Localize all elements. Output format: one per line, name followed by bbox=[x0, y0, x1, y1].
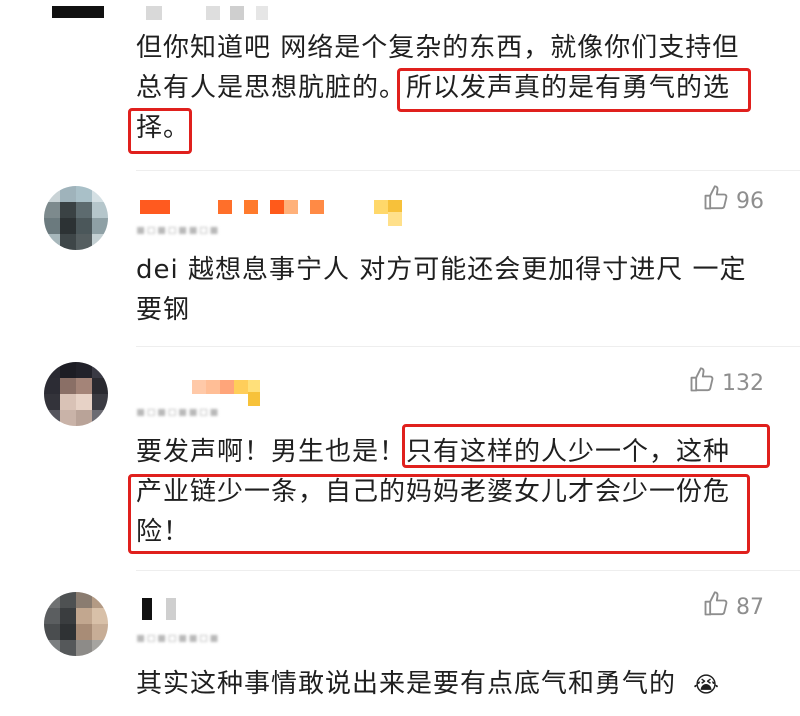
avatar[interactable] bbox=[44, 592, 108, 656]
avatar[interactable] bbox=[44, 186, 108, 250]
comment-2-line-1: dei 越想息事宁人 对方可能还会更加得寸进尺 一定 bbox=[136, 255, 747, 285]
divider bbox=[136, 570, 800, 571]
timestamp: ▪▫▪▫▪▪▫▪ bbox=[136, 630, 220, 646]
highlight-box bbox=[397, 68, 751, 112]
divider bbox=[136, 170, 800, 171]
thumbs-up-icon bbox=[702, 184, 730, 218]
like-button[interactable]: 96 bbox=[702, 184, 764, 218]
comment-1-line-3: 择。 bbox=[136, 113, 191, 143]
like-button[interactable]: 87 bbox=[702, 590, 764, 624]
comment-2-line-2: 要钢 bbox=[136, 295, 191, 325]
comment-4-line-1: 其实这种事情敢说出来是要有点底气和勇气的 bbox=[136, 669, 677, 699]
like-count: 96 bbox=[736, 188, 764, 214]
comment-4-text: 其实这种事情敢说出来是要有点底气和勇气的 😭 bbox=[136, 664, 766, 706]
like-button[interactable]: 132 bbox=[688, 366, 764, 400]
highlight-box bbox=[402, 424, 770, 468]
crying-emoji-icon: 😭 bbox=[693, 673, 720, 698]
comment-2-text: dei 越想息事宁人 对方可能还会更加得寸进尺 一定 要钢 bbox=[136, 250, 766, 330]
avatar[interactable] bbox=[44, 362, 108, 426]
comment-1-line-1: 但你知道吧 网络是个复杂的东西，就像你们支持但 bbox=[136, 33, 740, 63]
highlight-box bbox=[128, 108, 192, 154]
like-count: 87 bbox=[736, 594, 764, 620]
timestamp: ▪▫▪▫▪▪▫▪ bbox=[136, 222, 220, 238]
thumbs-up-icon bbox=[688, 366, 716, 400]
highlight-box bbox=[128, 474, 750, 554]
thumbs-up-icon bbox=[702, 590, 730, 624]
divider bbox=[136, 346, 800, 347]
timestamp: ▪▫▪▫▪▪▫▪ bbox=[136, 404, 220, 420]
like-count: 132 bbox=[722, 370, 764, 396]
